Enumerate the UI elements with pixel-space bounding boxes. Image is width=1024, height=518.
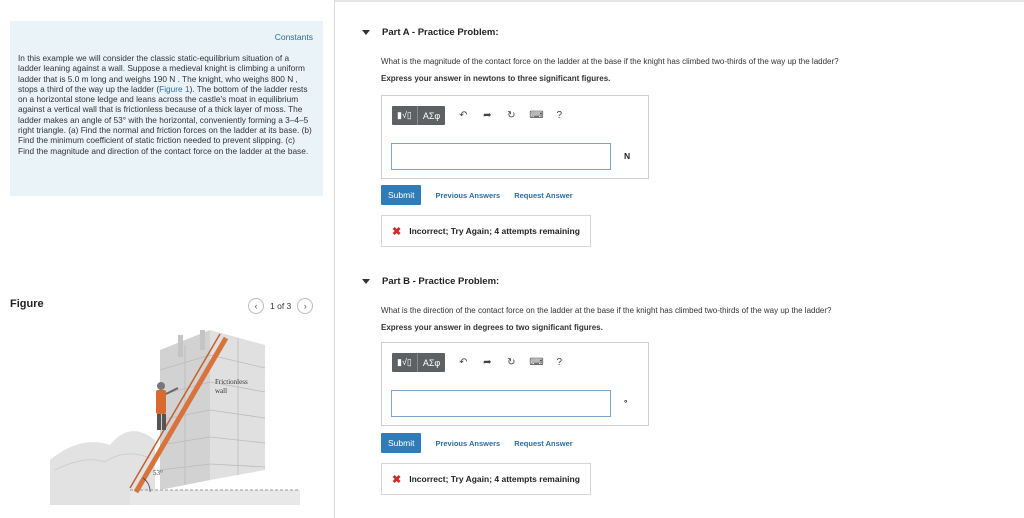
wall-label-1: Frictionless: [215, 378, 248, 386]
part-a-answer-input[interactable]: [391, 143, 611, 170]
collapse-triangle-icon[interactable]: [362, 278, 370, 284]
keyboard-icon[interactable]: ⌨: [529, 357, 543, 368]
reset-icon[interactable]: ↻: [505, 110, 517, 121]
part-a-actions: Submit Previous Answers Request Answer: [381, 185, 573, 205]
redo-icon[interactable]: ➦: [481, 110, 493, 121]
part-b-request-answer-link[interactable]: Request Answer: [514, 439, 573, 448]
incorrect-icon: ✖: [392, 225, 402, 238]
top-border: [335, 0, 1024, 2]
part-a-header[interactable]: Part A - Practice Problem:: [362, 21, 1024, 43]
templates-button[interactable]: ▮√▯: [392, 106, 418, 125]
part-a-request-answer-link[interactable]: Request Answer: [514, 191, 573, 200]
part-a-section: Part A - Practice Problem: What is the m…: [362, 21, 1024, 247]
part-a-submit-button[interactable]: Submit: [381, 185, 422, 205]
problem-panel: Constants In this example we will consid…: [10, 21, 323, 196]
templates-button[interactable]: ▮√▯: [392, 353, 418, 372]
part-a-unit: N: [624, 151, 631, 161]
part-a-feedback-text: Incorrect; Try Again; 4 attempts remaini…: [409, 226, 580, 236]
part-b-header[interactable]: Part B - Practice Problem:: [362, 270, 1024, 292]
part-b-answer-box: ▮√▯ ΑΣφ ↶ ➦ ↻ ⌨ ? °: [381, 342, 649, 426]
pager-text: 1 of 3: [270, 301, 292, 311]
help-button[interactable]: ?: [553, 110, 565, 121]
part-b-question: What is the direction of the contact for…: [381, 306, 832, 315]
math-tools: ▮√▯ ΑΣφ: [392, 106, 446, 125]
figure-label: Figure: [10, 298, 44, 310]
wall-label-2: wall: [215, 387, 227, 395]
left-panel: Constants In this example we will consid…: [0, 0, 334, 518]
next-figure-button[interactable]: ›: [297, 298, 314, 314]
part-b-section: Part B - Practice Problem: What is the d…: [362, 270, 1024, 495]
part-b-answer-input[interactable]: [391, 390, 611, 417]
undo-icon[interactable]: ↶: [457, 110, 469, 121]
part-b-submit-button[interactable]: Submit: [381, 433, 422, 453]
figure-link[interactable]: Figure 1: [159, 84, 189, 94]
collapse-triangle-icon[interactable]: [362, 29, 370, 35]
part-a-title: Part A - Practice Problem:: [382, 26, 499, 38]
figure-pager: ‹ 1 of 3 ›: [248, 298, 314, 314]
part-a-previous-answers-link[interactable]: Previous Answers: [435, 191, 500, 200]
part-b-feedback: ✖ Incorrect; Try Again; 4 attempts remai…: [381, 463, 591, 495]
undo-icon[interactable]: ↶: [457, 357, 469, 368]
problem-text-2: ). The bottom of the ladder rests on a h…: [18, 83, 312, 156]
reset-icon[interactable]: ↻: [505, 357, 517, 368]
problem-text: In this example we will consider the cla…: [18, 53, 313, 156]
part-a-toolbar: ▮√▯ ΑΣφ ↶ ➦ ↻ ⌨ ?: [392, 106, 565, 125]
incorrect-icon: ✖: [392, 473, 402, 486]
part-a-question: What is the magnitude of the contact for…: [381, 57, 839, 66]
part-b-instruction: Express your answer in degrees to two si…: [381, 323, 603, 332]
part-a-instruction: Express your answer in newtons to three …: [381, 74, 611, 83]
constants-link[interactable]: Constants: [275, 32, 313, 42]
help-button[interactable]: ?: [553, 357, 565, 368]
part-b-previous-answers-link[interactable]: Previous Answers: [435, 439, 500, 448]
part-a-feedback: ✖ Incorrect; Try Again; 4 attempts remai…: [381, 215, 591, 247]
keyboard-icon[interactable]: ⌨: [529, 110, 543, 121]
symbols-button[interactable]: ΑΣφ: [418, 106, 445, 125]
angle-label: 53°: [153, 469, 163, 477]
math-tools: ▮√▯ ΑΣφ: [392, 353, 446, 372]
part-b-feedback-text: Incorrect; Try Again; 4 attempts remaini…: [409, 474, 580, 484]
part-b-title: Part B - Practice Problem:: [382, 275, 500, 287]
figure-image: 53° Frictionless wall: [50, 330, 300, 505]
symbols-button[interactable]: ΑΣφ: [418, 353, 445, 372]
part-b-unit: °: [624, 398, 628, 408]
panel-divider: [334, 0, 335, 518]
prev-figure-button[interactable]: ‹: [248, 298, 264, 314]
redo-icon[interactable]: ➦: [481, 357, 493, 368]
part-b-toolbar: ▮√▯ ΑΣφ ↶ ➦ ↻ ⌨ ?: [392, 353, 565, 372]
part-a-answer-box: ▮√▯ ΑΣφ ↶ ➦ ↻ ⌨ ? N: [381, 95, 649, 179]
part-b-actions: Submit Previous Answers Request Answer: [381, 433, 573, 453]
